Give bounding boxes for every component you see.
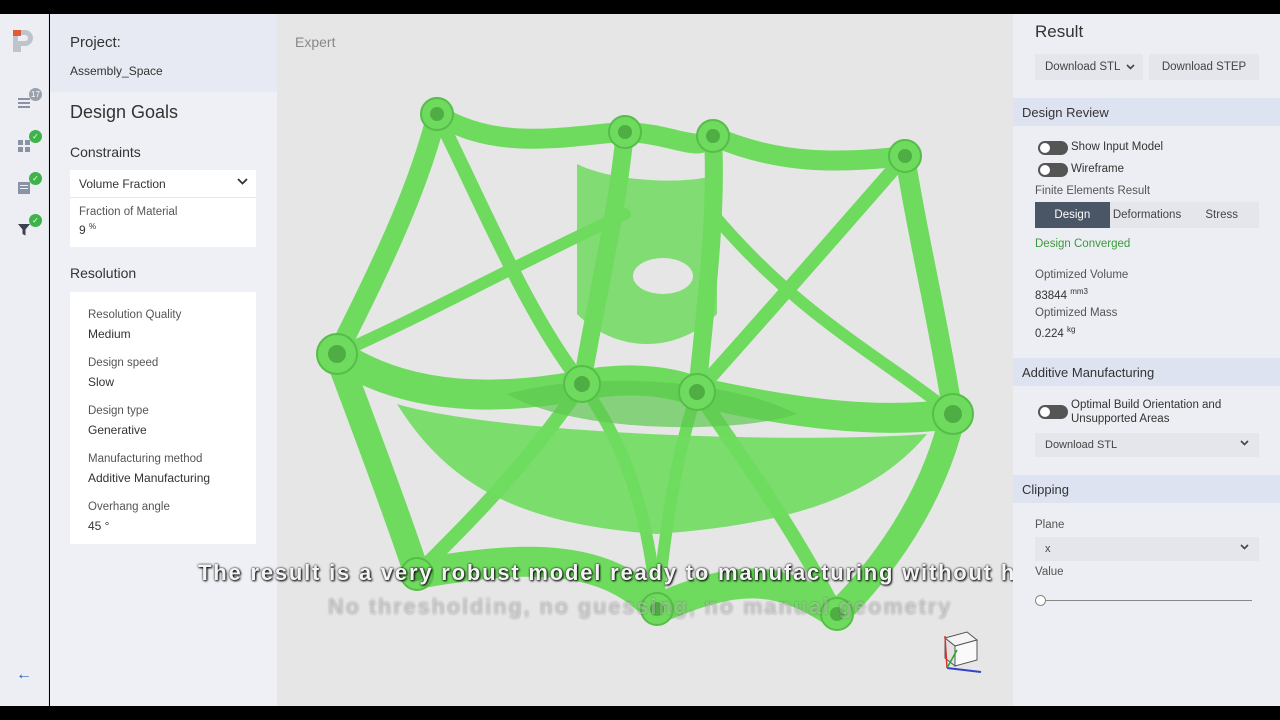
chevron-down-icon	[1240, 542, 1249, 553]
build-orientation-toggle[interactable]	[1038, 405, 1068, 419]
fe-result-label: Finite Elements Result	[1035, 185, 1151, 197]
optimized-volume-unit: mm3	[1070, 287, 1088, 296]
optimized-mass-field: 0.224 kg	[1035, 325, 1075, 340]
resolution-heading: Resolution	[70, 265, 137, 281]
clipping-value-slider[interactable]	[1038, 600, 1252, 601]
download-step-button[interactable]: Download STEP	[1149, 54, 1259, 80]
optimized-mass-value: 0.224	[1035, 327, 1064, 340]
tab-deformations[interactable]: Deformations	[1110, 202, 1185, 228]
overhang-angle-item: Overhang angle 45 °	[88, 501, 170, 533]
fraction-label: Fraction of Material	[79, 206, 178, 218]
result-title: Result	[1035, 22, 1084, 41]
design-speed-item: Design speed Slow	[88, 357, 158, 389]
plane-label: Plane	[1035, 519, 1065, 531]
design-goals-heading: Design Goals	[70, 102, 179, 122]
fraction-field[interactable]: 9 %	[79, 222, 247, 237]
result-panel: Result Download STL Download STEP Design…	[1013, 14, 1280, 706]
optimized-volume-label: Optimized Volume	[1035, 269, 1129, 281]
count-badge: 17	[29, 88, 42, 101]
logo-p-icon[interactable]	[10, 26, 38, 54]
res-label: Overhang angle	[88, 501, 170, 513]
res-value: 45 °	[88, 519, 110, 533]
design-converged-status: Design Converged	[1035, 238, 1131, 250]
res-value: Generative	[88, 423, 147, 437]
list-icon	[18, 98, 30, 108]
additive-manufacturing-header: Additive Manufacturing	[1013, 358, 1280, 386]
project-label: Project:	[70, 34, 121, 51]
filter-icon	[18, 224, 30, 236]
design-type-item: Design type Generative	[88, 405, 149, 437]
show-input-model-toggle[interactable]	[1038, 141, 1068, 155]
wireframe-toggle[interactable]	[1038, 163, 1068, 177]
am-download-stl-dropdown[interactable]: Download STL	[1035, 433, 1259, 457]
res-label: Design speed	[88, 357, 159, 369]
res-label: Resolution Quality	[88, 309, 182, 321]
bottom-letterbox	[0, 706, 1280, 720]
optimized-mass-unit: kg	[1066, 325, 1076, 334]
chevron-down-icon	[1240, 438, 1249, 449]
res-label: Design type	[88, 405, 149, 417]
optimized-mass-label: Optimized Mass	[1035, 307, 1118, 319]
res-value: Slow	[88, 375, 115, 389]
wireframe-label: Wireframe	[1071, 163, 1125, 175]
show-input-model-label: Show Input Model	[1071, 141, 1164, 153]
orientation-cube-icon[interactable]	[937, 626, 987, 676]
plane-value: x	[1045, 543, 1051, 555]
res-label: Manufacturing method	[88, 453, 203, 465]
rail-item-grid[interactable]: ✓	[12, 130, 42, 156]
volume-fraction-label: Volume Fraction	[79, 177, 166, 191]
project-header: Project: Assembly_Space	[50, 14, 277, 92]
manufacturing-method-item: Manufacturing method Additive Manufactur…	[88, 453, 210, 485]
design-review-header: Design Review	[1013, 98, 1280, 126]
fraction-unit: %	[89, 222, 97, 231]
rail-item-document[interactable]: ✓	[12, 172, 42, 198]
res-value: Medium	[88, 327, 131, 341]
chevron-down-icon	[237, 177, 248, 189]
tab-design[interactable]: Design	[1035, 202, 1110, 228]
am-download-stl-label: Download STL	[1045, 439, 1118, 451]
clipping-header: Clipping	[1013, 475, 1280, 503]
resolution-quality-item: Resolution Quality Medium	[88, 309, 181, 341]
arrow-left-icon[interactable]: ←	[16, 666, 32, 684]
rail-item-filter[interactable]: ✓	[12, 214, 42, 240]
res-value: Additive Manufacturing	[88, 471, 211, 485]
check-badge: ✓	[29, 130, 42, 143]
download-stl-label: Download STL	[1045, 61, 1121, 73]
volume-fraction-card: Volume Fraction Fraction of Material 9 %	[70, 170, 256, 247]
check-badge: ✓	[29, 172, 42, 185]
optimized-volume-value: 83844	[1035, 289, 1067, 302]
rail-item-list[interactable]: 17	[12, 88, 42, 114]
value-label: Value	[1035, 566, 1064, 578]
build-orientation-label: Optimal Build Orientation and Unsupporte…	[1071, 399, 1222, 425]
grid-icon	[18, 140, 30, 152]
resolution-card: Resolution Quality Medium Design speed S…	[70, 292, 256, 544]
optimized-volume-field: 83844 mm3	[1035, 287, 1088, 302]
fe-result-tabs: Design Deformations Stress	[1035, 202, 1259, 228]
project-name: Assembly_Space	[70, 64, 163, 78]
volume-fraction-select[interactable]: Volume Fraction	[70, 170, 256, 198]
constraints-heading: Constraints	[70, 144, 141, 160]
chevron-down-icon	[1126, 61, 1135, 73]
slider-handle[interactable]	[1035, 595, 1046, 606]
fraction-value: 9	[79, 223, 86, 237]
download-stl-dropdown[interactable]: Download STL	[1035, 54, 1143, 80]
plane-select[interactable]: x	[1035, 537, 1259, 561]
check-badge: ✓	[29, 214, 42, 227]
tab-stress[interactable]: Stress	[1184, 202, 1259, 228]
top-letterbox	[0, 0, 1280, 14]
document-icon	[18, 182, 30, 194]
